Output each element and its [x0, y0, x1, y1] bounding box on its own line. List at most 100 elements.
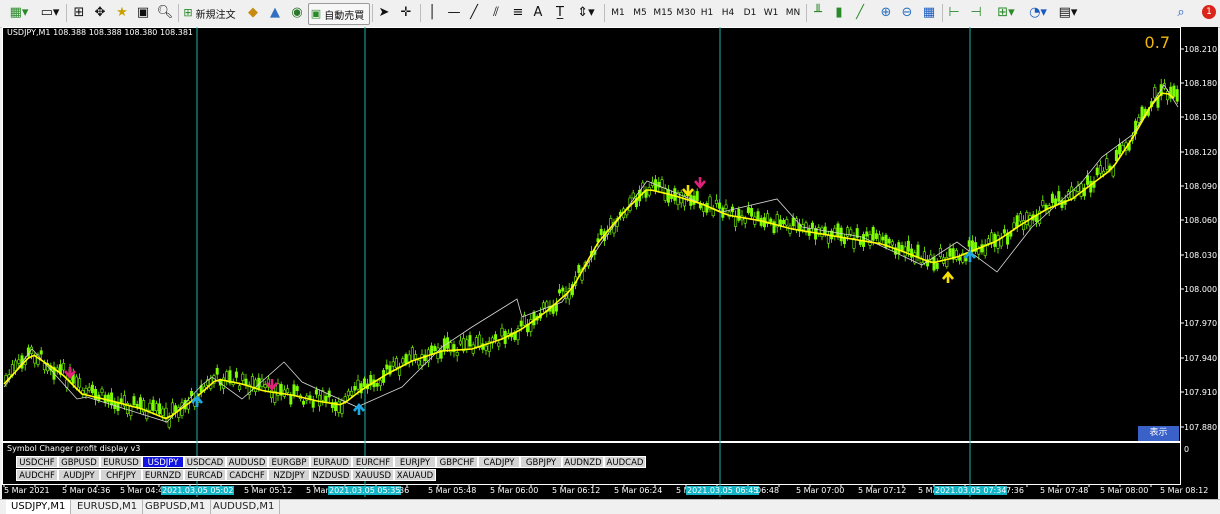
notification-badge[interactable]: 1: [1202, 5, 1216, 19]
symbol-button-chfjpy[interactable]: CHFJPY: [100, 469, 142, 481]
candle: [958, 256, 962, 261]
navigator-icon[interactable]: ★: [113, 3, 131, 23]
candle: [1070, 186, 1074, 199]
symbol-button-eurjpy[interactable]: EURJPY: [394, 456, 436, 468]
tab-audusd[interactable]: AUDUSD,M1: [208, 500, 281, 514]
symbol-button-audchf[interactable]: AUDCHF: [16, 469, 58, 481]
new-order-button[interactable]: ⊞ 新規注文: [182, 3, 240, 23]
candle: [647, 187, 651, 196]
candle: [250, 376, 254, 388]
terminal-icon[interactable]: ▣: [134, 3, 152, 23]
trendline-icon[interactable]: ╱: [466, 3, 482, 23]
timeframe-m5[interactable]: M5: [631, 3, 649, 23]
timeframe-mn[interactable]: MN: [783, 3, 803, 23]
symbol-button-audusd[interactable]: AUDUSD: [226, 456, 268, 468]
symbol-button-eurusd[interactable]: EURUSD: [100, 456, 142, 468]
market-watch-icon[interactable]: ⊞: [70, 3, 88, 23]
candle: [378, 379, 382, 387]
templates-icon[interactable]: ▤▾: [1054, 3, 1082, 23]
candlestick-icon[interactable]: ▮: [831, 3, 847, 23]
line-chart-icon[interactable]: ╱: [852, 3, 868, 23]
profiles-icon[interactable]: ▭▾: [36, 3, 64, 23]
metaeditor-icon[interactable]: ◆: [244, 3, 262, 23]
symbol-button-cadjpy[interactable]: CADJPY: [478, 456, 520, 468]
symbol-button-usdjpy[interactable]: USDJPY: [142, 456, 184, 468]
data-window-icon[interactable]: ✥: [91, 3, 109, 23]
periods-icon[interactable]: ◔▾: [1024, 3, 1052, 23]
tab-usdjpy[interactable]: USDJPY,M1: [6, 500, 72, 514]
symbol-button-usdcad[interactable]: USDCAD: [184, 456, 226, 468]
market-icon[interactable]: ▲: [266, 3, 284, 23]
zoom-in-icon[interactable]: ⊕: [878, 3, 894, 23]
crosshair-icon[interactable]: ✛: [398, 3, 414, 23]
chart-area[interactable]: USDJPY,M1 108.388 108.388 108.380 108.38…: [2, 27, 1218, 499]
timeframe-w1[interactable]: W1: [762, 3, 780, 23]
search-icon[interactable]: ⌕: [1172, 3, 1190, 23]
tab-eurusd[interactable]: EURUSD,M1: [72, 500, 144, 514]
timeframe-h4[interactable]: H4: [719, 3, 737, 23]
symbol-button-xauusd[interactable]: XAUUSD: [352, 469, 394, 481]
symbol-button-gbpchf[interactable]: GBPCHF: [436, 456, 478, 468]
time-highlight: 2021.03.05 07:34: [934, 486, 1008, 495]
symbol-button-cadchf[interactable]: CADCHF: [226, 469, 268, 481]
price-label: 108.180: [1184, 79, 1218, 88]
timeframe-m1[interactable]: M1: [609, 3, 627, 23]
candle: [887, 238, 891, 244]
autoscroll-icon[interactable]: ⊣: [968, 3, 984, 23]
price-label: 108.060: [1184, 216, 1218, 225]
candle: [170, 402, 174, 414]
auto-trading-button[interactable]: ▣ 自動売買: [308, 3, 370, 25]
tile-windows-icon[interactable]: ▦: [920, 3, 938, 23]
candle: [836, 223, 840, 236]
candle: [119, 398, 123, 403]
price-label: 108.030: [1184, 251, 1218, 260]
fibonacci-icon[interactable]: ≡: [510, 3, 526, 23]
candle: [474, 337, 478, 348]
symbol-button-gbpusd[interactable]: GBPUSD: [58, 456, 100, 468]
new-chart-icon[interactable]: ▦▾: [5, 3, 33, 23]
chart-shift-icon[interactable]: ⊢: [946, 3, 962, 23]
display-button[interactable]: 表示: [1138, 426, 1179, 441]
text-tool-icon[interactable]: A: [530, 3, 546, 23]
symbol-button-usdchf[interactable]: USDCHF: [16, 456, 58, 468]
bar-chart-icon[interactable]: ╨: [810, 3, 826, 23]
symbol-button-xauaud[interactable]: XAUAUD: [394, 469, 436, 481]
arrows-icon[interactable]: ⇕▾: [572, 3, 600, 23]
timeframe-m30[interactable]: M30: [675, 3, 697, 23]
candle: [494, 334, 498, 340]
symbol-button-audcad[interactable]: AUDCAD: [604, 456, 646, 468]
symbol-button-audjpy[interactable]: AUDJPY: [58, 469, 100, 481]
candle: [263, 384, 267, 388]
symbol-button-eurnzd[interactable]: EURNZD: [142, 469, 184, 481]
symbol-button-gbpjpy[interactable]: GBPJPY: [520, 456, 562, 468]
symbol-button-nzdusd[interactable]: NZDUSD: [310, 469, 352, 481]
symbol-button-audnzd[interactable]: AUDNZD: [562, 456, 604, 468]
cursor-icon[interactable]: ➤: [376, 3, 392, 23]
candle: [100, 388, 104, 393]
symbol-button-eurchf[interactable]: EURCHF: [352, 456, 394, 468]
strategy-tester-icon[interactable]: 🔍︎: [156, 3, 174, 23]
zoom-out-icon[interactable]: ⊖: [899, 3, 915, 23]
candle: [110, 392, 114, 406]
channel-icon[interactable]: ⫽: [488, 3, 504, 23]
options-icon[interactable]: ◉: [288, 3, 306, 23]
symbol-button-eurcad[interactable]: EURCAD: [184, 469, 226, 481]
timeframe-m15[interactable]: M15: [652, 3, 674, 23]
vertical-line-icon[interactable]: │: [424, 3, 440, 23]
candle: [737, 208, 741, 221]
tab-gbpusd[interactable]: GBPUSD,M1: [140, 500, 212, 514]
candle: [1079, 183, 1083, 197]
symbol-button-eurgbp[interactable]: EURGBP: [268, 456, 310, 468]
candle: [724, 204, 728, 209]
candle: [356, 379, 360, 390]
timeframe-d1[interactable]: D1: [741, 3, 759, 23]
indicators-icon[interactable]: ⊞▾: [992, 3, 1020, 23]
candle: [561, 287, 565, 292]
symbol-button-euraud[interactable]: EURAUD: [310, 456, 352, 468]
candle: [375, 383, 379, 387]
candle: [1012, 222, 1016, 229]
timeframe-h1[interactable]: H1: [698, 3, 716, 23]
text-label-icon[interactable]: T̲: [552, 3, 568, 23]
horizontal-line-icon[interactable]: —: [446, 3, 462, 23]
symbol-button-nzdjpy[interactable]: NZDJPY: [268, 469, 310, 481]
